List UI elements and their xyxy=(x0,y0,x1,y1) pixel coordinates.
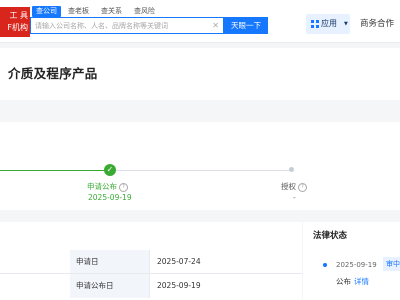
apps-label: 应用 xyxy=(321,19,337,28)
progress-card xyxy=(0,122,400,210)
status-badge: 审中 xyxy=(383,257,400,271)
step-dot xyxy=(289,167,294,172)
table-value: 2025-07-24 xyxy=(157,257,201,266)
search-tab-company[interactable]: 查公司 xyxy=(32,6,61,17)
search-tab-relation[interactable]: 查关系 xyxy=(97,6,126,17)
progress-line-pending xyxy=(110,170,290,171)
search-input[interactable] xyxy=(35,18,207,33)
business-cooperation-link[interactable]: 商务合作 xyxy=(360,14,394,34)
table-key: 申请公布日 xyxy=(70,274,150,298)
brand-line-1: 工 具 xyxy=(9,11,28,20)
search-tab-boss[interactable]: 查老板 xyxy=(64,6,93,17)
step-label-text: 申请公布 xyxy=(87,182,117,191)
step-publication-label: 申请公布? xyxy=(87,182,128,192)
step-label-text: 授权 xyxy=(281,182,296,191)
clear-icon[interactable]: ✕ xyxy=(212,20,219,31)
timeline-dot xyxy=(323,263,327,267)
search-button[interactable]: 天眼一下 xyxy=(224,17,268,34)
legal-status-date: 2025-09-19 xyxy=(336,261,377,269)
step-publication-date: 2025-09-19 xyxy=(88,193,132,202)
apps-menu-button[interactable]: 应用 ▼ xyxy=(306,14,350,34)
help-icon[interactable]: ? xyxy=(298,183,307,192)
check-icon: ✓ xyxy=(104,164,116,176)
table-row: 申请公布日 2025-09-19 xyxy=(0,273,302,298)
table-row: 申请日 2025-07-24 xyxy=(0,250,302,274)
table-key: 申请日 xyxy=(70,250,150,274)
page-title: 介质及程序产品 xyxy=(8,66,98,81)
search-tab-risk[interactable]: 查风险 xyxy=(130,6,159,17)
step-grant-label: 授权? xyxy=(281,182,307,192)
brand-logo[interactable]: 工 具 F机构 xyxy=(0,7,30,37)
step-grant-date: - xyxy=(293,193,296,202)
detail-link[interactable]: 详情 xyxy=(354,276,369,287)
caret-down-icon: ▼ xyxy=(344,21,348,27)
table-value: 2025-09-19 xyxy=(157,281,201,290)
legal-status-type: 公布 xyxy=(336,277,351,286)
progress-line-done xyxy=(0,170,110,171)
grid-icon xyxy=(311,20,319,28)
search-box: ✕ xyxy=(30,17,224,34)
legal-status-title: 法律状态 xyxy=(313,231,348,241)
brand-line-2: F机构 xyxy=(7,23,28,32)
help-icon[interactable]: ? xyxy=(119,183,128,192)
